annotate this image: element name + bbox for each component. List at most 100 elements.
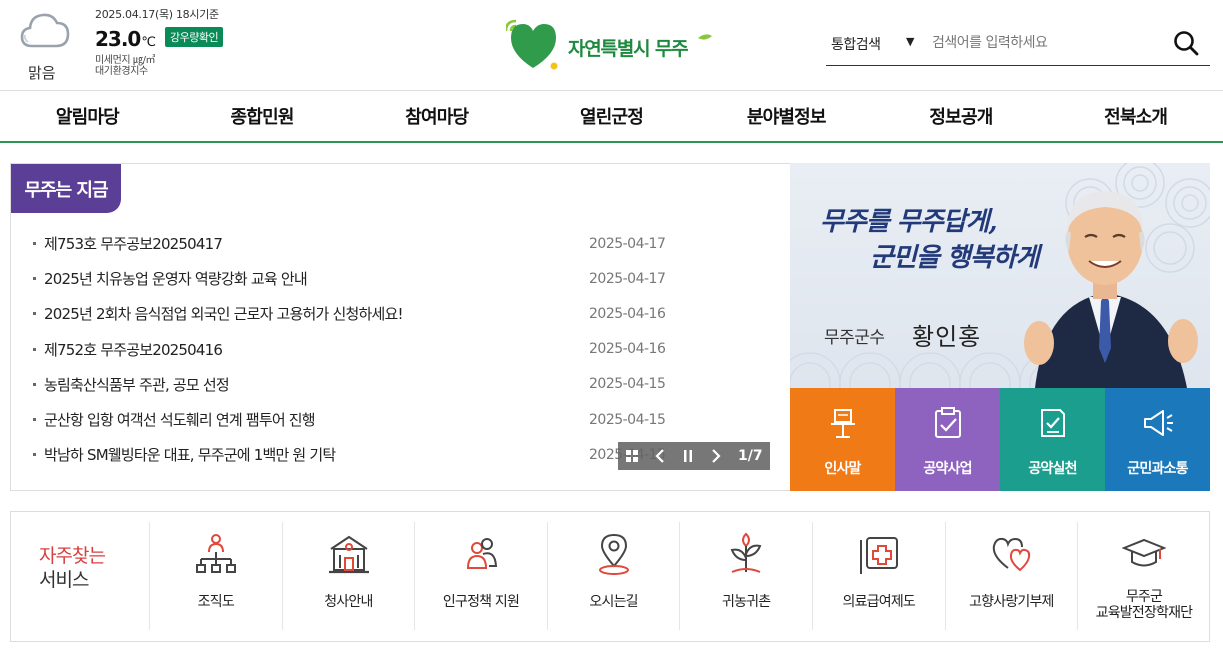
weather-date: 2025.04.17(목) 18시기준 <box>95 8 219 21</box>
news-tab[interactable]: 무주는 지금 <box>11 164 121 213</box>
quick-link-label: 인사말 <box>824 461 861 477</box>
service-medical-aid[interactable]: 의료급여제도 <box>811 522 945 630</box>
news-slider-controls: 1/7 <box>618 442 770 470</box>
news-title[interactable]: 2025년 치유농업 운영자 역량강화 교육 안내 <box>44 268 308 289</box>
service-return-farming[interactable]: 귀농귀촌 <box>679 522 812 630</box>
news-list: 제753호 무주공보20250417 2025-04-17 2025년 치유농업 … <box>33 226 673 472</box>
quick-link-label: 군민과소통 <box>1127 461 1188 477</box>
people-icon <box>467 538 498 569</box>
service-org-chart[interactable]: 조직도 <box>149 522 282 630</box>
weather-state: 맑음 <box>28 64 56 82</box>
news-title[interactable]: 군산항 입항 여객선 석도훼리 연계 팸투어 진행 <box>44 409 316 430</box>
rainfall-check-button[interactable]: 강우량확인 <box>165 27 224 47</box>
news-title[interactable]: 제752호 무주공보20250416 <box>44 339 223 360</box>
air-quality-info: 미세먼지 ㎍/㎥ 대기환경지수 <box>95 55 156 77</box>
search-button[interactable] <box>1172 29 1200 57</box>
bullet <box>33 453 36 457</box>
chevron-left-icon[interactable] <box>646 442 674 470</box>
service-label: 청사안내 <box>324 594 373 610</box>
service-education-foundation[interactable]: 무주군 교육발전장학재단 <box>1077 522 1210 630</box>
temperature-unit: ℃ <box>141 35 156 50</box>
chevron-right-icon[interactable] <box>702 442 730 470</box>
news-date: 2025-04-17 <box>589 235 666 252</box>
quick-link-label: 공약사업 <box>923 461 972 477</box>
news-item[interactable]: 군산항 입항 여객선 석도훼리 연계 팸투어 진행 2025-04-15 <box>33 402 673 437</box>
news-date: 2025-04-15 <box>589 411 666 428</box>
quick-link-pledge-practice[interactable]: 공약실천 <box>1000 388 1105 491</box>
document-check-icon <box>1040 409 1065 437</box>
frequent-services: 자주찾는 서비스 조직도 청사안내 인구정책 지원 오시는길 귀농귀촌 의료급여… <box>10 511 1210 642</box>
mayor-slogan-line1: 무주를 무주답게, <box>820 207 998 237</box>
news-date: 2025-04-16 <box>589 305 666 322</box>
services-list: 조직도 청사안내 인구정책 지원 오시는길 귀농귀촌 의료급여제도 고향사랑기부… <box>149 522 1210 630</box>
news-date: 2025-04-16 <box>589 341 666 358</box>
news-item[interactable]: 2025년 2회차 음식점업 외국인 근로자 고용허가 신청하세요! 2025-0… <box>33 296 673 331</box>
news-date: 2025-04-15 <box>589 376 666 393</box>
service-directions[interactable]: 오시는길 <box>546 522 680 630</box>
news-title[interactable]: 농림축산식품부 주관, 공모 선정 <box>44 374 230 395</box>
mayor-quick-links: 인사말 공약사업 공약실천 군민과소통 <box>790 388 1210 491</box>
quick-link-greeting[interactable]: 인사말 <box>790 388 895 491</box>
nav-item-jeonbuk-intro[interactable]: 전북소개 <box>1048 91 1223 141</box>
bullet <box>33 277 36 281</box>
news-item[interactable]: 제753호 무주공보20250417 2025-04-17 <box>33 226 673 261</box>
nav-item-notice[interactable]: 알림마당 <box>0 91 175 141</box>
main-navigation: 알림마당 종합민원 참여마당 열린군정 분야별정보 정보공개 전북소개 <box>0 90 1223 143</box>
search-input[interactable] <box>932 30 1162 56</box>
temperature-value: 23.0 <box>95 27 141 51</box>
bullet <box>33 382 36 386</box>
mayor-name: 황인홍 <box>912 323 982 351</box>
nav-item-open-admin[interactable]: 열린군정 <box>524 91 699 141</box>
news-item[interactable]: 농림축산식품부 주관, 공모 선정 2025-04-15 <box>33 367 673 402</box>
services-heading: 자주찾는 서비스 <box>39 544 106 592</box>
nav-item-info-disclosure[interactable]: 정보공개 <box>874 91 1049 141</box>
news-title[interactable]: 박남하 SM웰빙타운 대표, 무주군에 1백만 원 기탁 <box>44 444 336 465</box>
org-chart-icon <box>196 534 236 573</box>
search-scope-select[interactable]: 통합검색 <box>831 34 881 54</box>
podium-icon <box>830 409 855 438</box>
search-icon <box>1174 31 1199 56</box>
sprout-icon <box>730 532 762 573</box>
services-heading-line1: 자주찾는 <box>39 545 106 567</box>
service-label: 의료급여제도 <box>842 594 916 610</box>
service-label: 오시는길 <box>589 594 638 610</box>
service-building-guide[interactable]: 청사안내 <box>281 522 415 630</box>
bullet <box>33 347 36 351</box>
news-title[interactable]: 2025년 2회차 음식점업 외국인 근로자 고용허가 신청하세요! <box>44 303 404 324</box>
services-heading-line2: 서비스 <box>39 569 89 591</box>
medical-cross-icon <box>859 537 898 574</box>
mayor-title: 무주군수 <box>824 328 885 348</box>
news-date: 2025-04-17 <box>589 270 666 287</box>
grid-icon[interactable] <box>618 442 646 470</box>
bullet <box>33 312 36 316</box>
fine-dust-label: 미세먼지 ㎍/㎥ <box>95 55 156 66</box>
quick-link-pledges[interactable]: 공약사업 <box>895 388 1000 491</box>
service-label: 고향사랑기부제 <box>969 594 1054 610</box>
nav-item-civil-service[interactable]: 종합민원 <box>175 91 350 141</box>
quick-link-communication[interactable]: 군민과소통 <box>1105 388 1210 491</box>
chevron-down-icon[interactable]: ▼ <box>906 35 914 48</box>
news-title[interactable]: 제753호 무주공보20250417 <box>44 233 223 254</box>
weather-temperature: 23.0℃ <box>95 27 156 51</box>
service-hometown-donation[interactable]: 고향사랑기부제 <box>944 522 1078 630</box>
building-icon <box>328 535 369 574</box>
graduation-cap-icon <box>1122 538 1167 567</box>
service-population-policy[interactable]: 인구정책 지원 <box>414 522 547 630</box>
pause-icon[interactable] <box>674 442 702 470</box>
search-bar: 통합검색 ▼ <box>826 20 1210 66</box>
logo-text[interactable]: 자연특별시 무주 <box>568 34 689 61</box>
service-label: 조직도 <box>197 594 235 610</box>
quick-link-label: 공약실천 <box>1028 461 1077 477</box>
mayor-banner[interactable]: 무주를 무주답게, 군민을 행복하게 무주군수 황인홍 <box>790 163 1210 388</box>
site-header: 맑음 2025.04.17(목) 18시기준 23.0℃ 강우량확인 미세먼지 … <box>0 0 1223 90</box>
hearts-icon <box>992 537 1030 572</box>
news-box: 무주는 지금 제753호 무주공보20250417 2025-04-17 2025… <box>10 163 790 491</box>
location-pin-icon <box>598 533 629 575</box>
megaphone-icon <box>1143 410 1173 436</box>
nav-item-field-info[interactable]: 분야별정보 <box>699 91 874 141</box>
news-item[interactable]: 제752호 무주공보20250416 2025-04-16 <box>33 332 673 367</box>
bullet <box>33 242 36 246</box>
news-item[interactable]: 박남하 SM웰빙타운 대표, 무주군에 1백만 원 기탁2025-04-15 <box>33 437 673 472</box>
nav-item-participation[interactable]: 참여마당 <box>349 91 524 141</box>
news-item[interactable]: 2025년 치유농업 운영자 역량강화 교육 안내 2025-04-17 <box>33 261 673 296</box>
